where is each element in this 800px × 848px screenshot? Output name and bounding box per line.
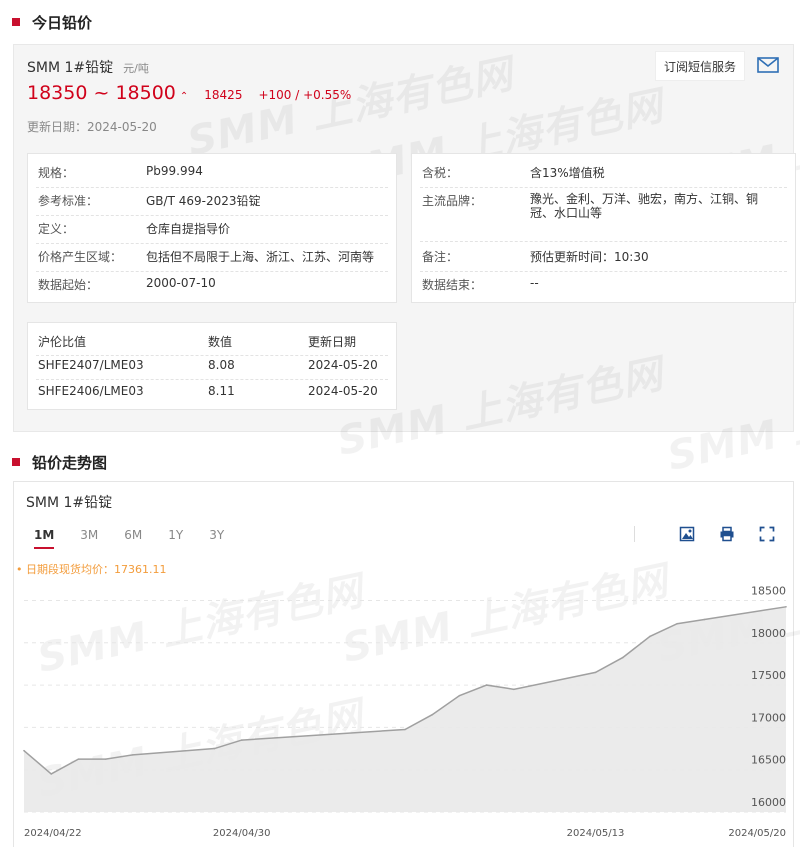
data-point	[513, 688, 515, 691]
x-tick-label: 2024/05/20	[728, 828, 786, 839]
spec-key: 数据起始：	[38, 278, 99, 292]
update-date: 更新日期：2024-05-20	[27, 120, 157, 134]
column-header: 更新日期	[308, 335, 357, 349]
spec-value: 含13%增值税	[530, 166, 605, 180]
spec-row: 数据起始： 2000-07-10	[36, 276, 388, 300]
data-point	[50, 773, 53, 775]
trend-section-title: 铅价走势图	[12, 450, 107, 474]
spec-value: 预估更新时间：10:30	[530, 250, 649, 264]
spec-key: 定义：	[38, 222, 75, 236]
x-tick-label: 2024/04/30	[213, 828, 271, 839]
trend-chart-panel: SMM 1#铅锭 1M 3M 6M 1Y 3Y • 日期段现货均价：17361.…	[13, 481, 800, 847]
table-cell: 2024-05-20	[308, 384, 378, 398]
spec-key: 含税：	[422, 166, 459, 180]
y-tick-label: 17500	[751, 669, 786, 682]
spec-row: 价格产生区域： 包括但不局限于上海、浙江、江苏、河南等	[36, 248, 388, 272]
today-title-text: 今日铅价	[32, 13, 93, 32]
y-tick-label: 18000	[751, 627, 786, 640]
data-point	[23, 749, 25, 752]
spec-row: 备注： 预估更新时间：10:30	[420, 248, 787, 272]
y-tick-label: 16500	[751, 754, 786, 767]
data-point	[621, 656, 624, 659]
spec-value: GB/T 469-2023铅锭	[146, 194, 261, 208]
ratio-table: 沪伦比值 数值 更新日期 SHFE2407/LME03 8.08 2024-05…	[27, 322, 397, 410]
data-point	[676, 622, 678, 625]
mail-icon[interactable]	[757, 57, 779, 73]
unit-label: 元/吨	[123, 62, 149, 75]
data-point	[649, 635, 651, 638]
average-price: 18425	[204, 88, 243, 102]
watermark: SMM 上海有色网	[663, 365, 800, 480]
up-arrow-icon: ⌃	[179, 91, 189, 102]
watermark: SMM 上海有色网	[183, 50, 518, 165]
spec-key: 主流品牌：	[422, 194, 483, 208]
spec-key: 参考标准：	[38, 194, 99, 208]
spec-card-left: 规格： Pb99.994 参考标准： GB/T 469-2023铅锭 定义： 仓…	[27, 153, 397, 303]
product-title: SMM 1#铅锭 元/吨	[27, 57, 149, 77]
spec-value: Pb99.994	[146, 164, 203, 178]
subscribe-sms-button[interactable]: 订阅短信服务	[654, 51, 745, 81]
lead-price-area-chart: 16000 16500 17000 17500 18000 18500 2024/04/22…	[23, 584, 787, 839]
spec-value: --	[530, 276, 539, 290]
section-marker-icon	[12, 18, 20, 26]
data-point	[594, 671, 597, 674]
data-point	[703, 618, 706, 621]
spec-value: 包括但不局限于上海、浙江、江苏、河南等	[146, 250, 375, 264]
spec-row: 含税： 含13%增值税	[420, 164, 787, 188]
y-tick-label: 17000	[751, 711, 786, 724]
spec-row: 参考标准： GB/T 469-2023铅锭	[36, 192, 388, 216]
x-tick-label: 2024/04/22	[24, 828, 82, 839]
spec-value: 2000-07-10	[146, 276, 216, 290]
trend-title-text: 铅价走势图	[32, 453, 108, 472]
data-point	[431, 713, 434, 716]
today-price-panel: SMM 上海有色网 SMM 上海有色网 SMM 上海有色网 SMM 上海有色网 …	[13, 44, 800, 480]
spec-key: 备注：	[422, 250, 459, 264]
column-header: 数值	[208, 335, 233, 349]
spec-row: 主流品牌： 豫光、金利、万洋、驰宏，南方、江铜、铜冠、水口山等	[420, 192, 787, 242]
data-point	[213, 747, 216, 750]
today-section-title: 今日铅价	[12, 10, 92, 34]
data-point	[132, 754, 134, 756]
section-marker-icon	[12, 458, 20, 466]
price-range: 18350 ~ 18500	[27, 82, 176, 104]
table-cell: 8.11	[208, 384, 235, 398]
price-change: +100 / +0.55%	[258, 88, 352, 102]
table-cell: 8.08	[208, 358, 235, 372]
spec-card-right: 含税： 含13%增值税 主流品牌： 豫光、金利、万洋、驰宏，南方、江铜、铜冠、水…	[411, 153, 796, 303]
data-point	[485, 684, 488, 686]
series-area	[24, 606, 786, 812]
y-tick-label: 18500	[751, 584, 786, 597]
price-row: 18350 ~ 18500 ⌃ 18425 +100 / +0.55%	[27, 82, 351, 104]
data-point	[404, 728, 406, 731]
data-point	[77, 758, 80, 760]
table-row: SHFE2406/LME03 8.11 2024-05-20	[36, 379, 388, 403]
data-point	[458, 694, 461, 697]
ratio-table-header: 沪伦比值 数值 更新日期	[36, 333, 388, 353]
data-point	[785, 606, 787, 608]
spec-value: 仓库自提指导价	[146, 222, 231, 236]
x-tick-label: 2024/05/13	[567, 828, 625, 839]
data-point	[104, 758, 107, 760]
table-cell: 2024-05-20	[308, 358, 378, 372]
table-cell: SHFE2407/LME03	[38, 358, 144, 372]
data-point	[240, 739, 243, 741]
table-row: SHFE2407/LME03 8.08 2024-05-20	[36, 355, 388, 379]
product-name: SMM 1#铅锭	[27, 60, 114, 76]
spec-key: 价格产生区域：	[38, 250, 123, 264]
spec-row: 定义： 仓库自提指导价	[36, 220, 388, 244]
spec-key: 规格：	[38, 166, 75, 180]
column-header: 沪伦比值	[38, 335, 87, 349]
spec-row: 数据结束： --	[420, 276, 787, 300]
table-cell: SHFE2406/LME03	[38, 384, 144, 398]
spec-value: 豫光、金利、万洋、驰宏，南方、江铜、铜冠、水口山等	[530, 192, 759, 220]
spec-row: 规格： Pb99.994	[36, 164, 388, 188]
spec-key: 数据结束：	[422, 278, 483, 292]
y-tick-label: 16000	[751, 796, 786, 809]
